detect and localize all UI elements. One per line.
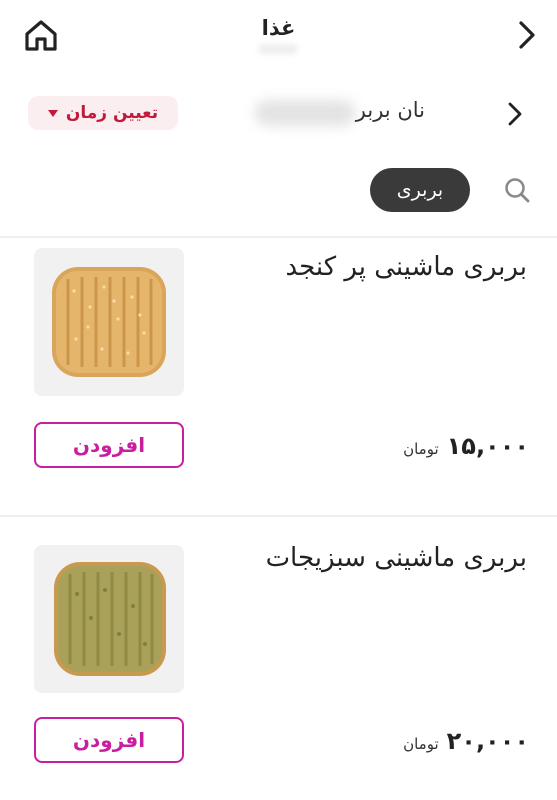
price-amount: ۱۵,۰۰۰ [446,432,529,460]
top-bar: غذا [0,0,557,70]
search-icon [505,178,530,203]
page-title: غذا [261,16,296,40]
caret-down-icon [47,109,58,117]
price-currency: تومان [403,735,439,753]
search-button[interactable] [501,174,533,206]
product-image [34,248,184,396]
set-time-label: تعیین زمان [65,103,159,123]
store-name[interactable]: نان بربر [356,98,425,122]
product-price: ۲۰,۰۰۰ تومان [403,727,529,755]
price-currency: تومان [403,440,439,458]
sesame-barbari-bread-image [52,267,166,377]
search-row: بربری [0,160,557,220]
back-button[interactable] [513,18,541,52]
product-card: بربری ماشینی سبزیجات افزودن ۲۰,۰۰۰ تومان [0,517,557,800]
blurred-subtitle [258,44,298,54]
set-time-button[interactable]: تعیین زمان [28,96,178,130]
product-name: بربری ماشینی پر کنجد [285,252,527,282]
product-image [34,545,184,693]
product-name: بربری ماشینی سبزیجات [265,543,527,573]
blurred-store-detail [255,100,355,126]
product-card: بربری ماشینی پر کنجد افزودن ۱۵,۰۰۰ تومان [0,238,557,516]
store-chevron-button[interactable] [503,98,527,130]
chevron-right-icon [519,21,535,49]
price-amount: ۲۰,۰۰۰ [446,727,529,755]
store-row: تعیین زمان نان بربر [0,86,557,140]
herb-barbari-bread-image [54,562,166,676]
add-to-cart-button[interactable]: افزودن [34,422,184,468]
add-to-cart-button[interactable]: افزودن [34,717,184,763]
product-price: ۱۵,۰۰۰ تومان [403,432,529,460]
filter-chip[interactable]: بربری [370,168,470,212]
chevron-right-icon [508,102,522,126]
